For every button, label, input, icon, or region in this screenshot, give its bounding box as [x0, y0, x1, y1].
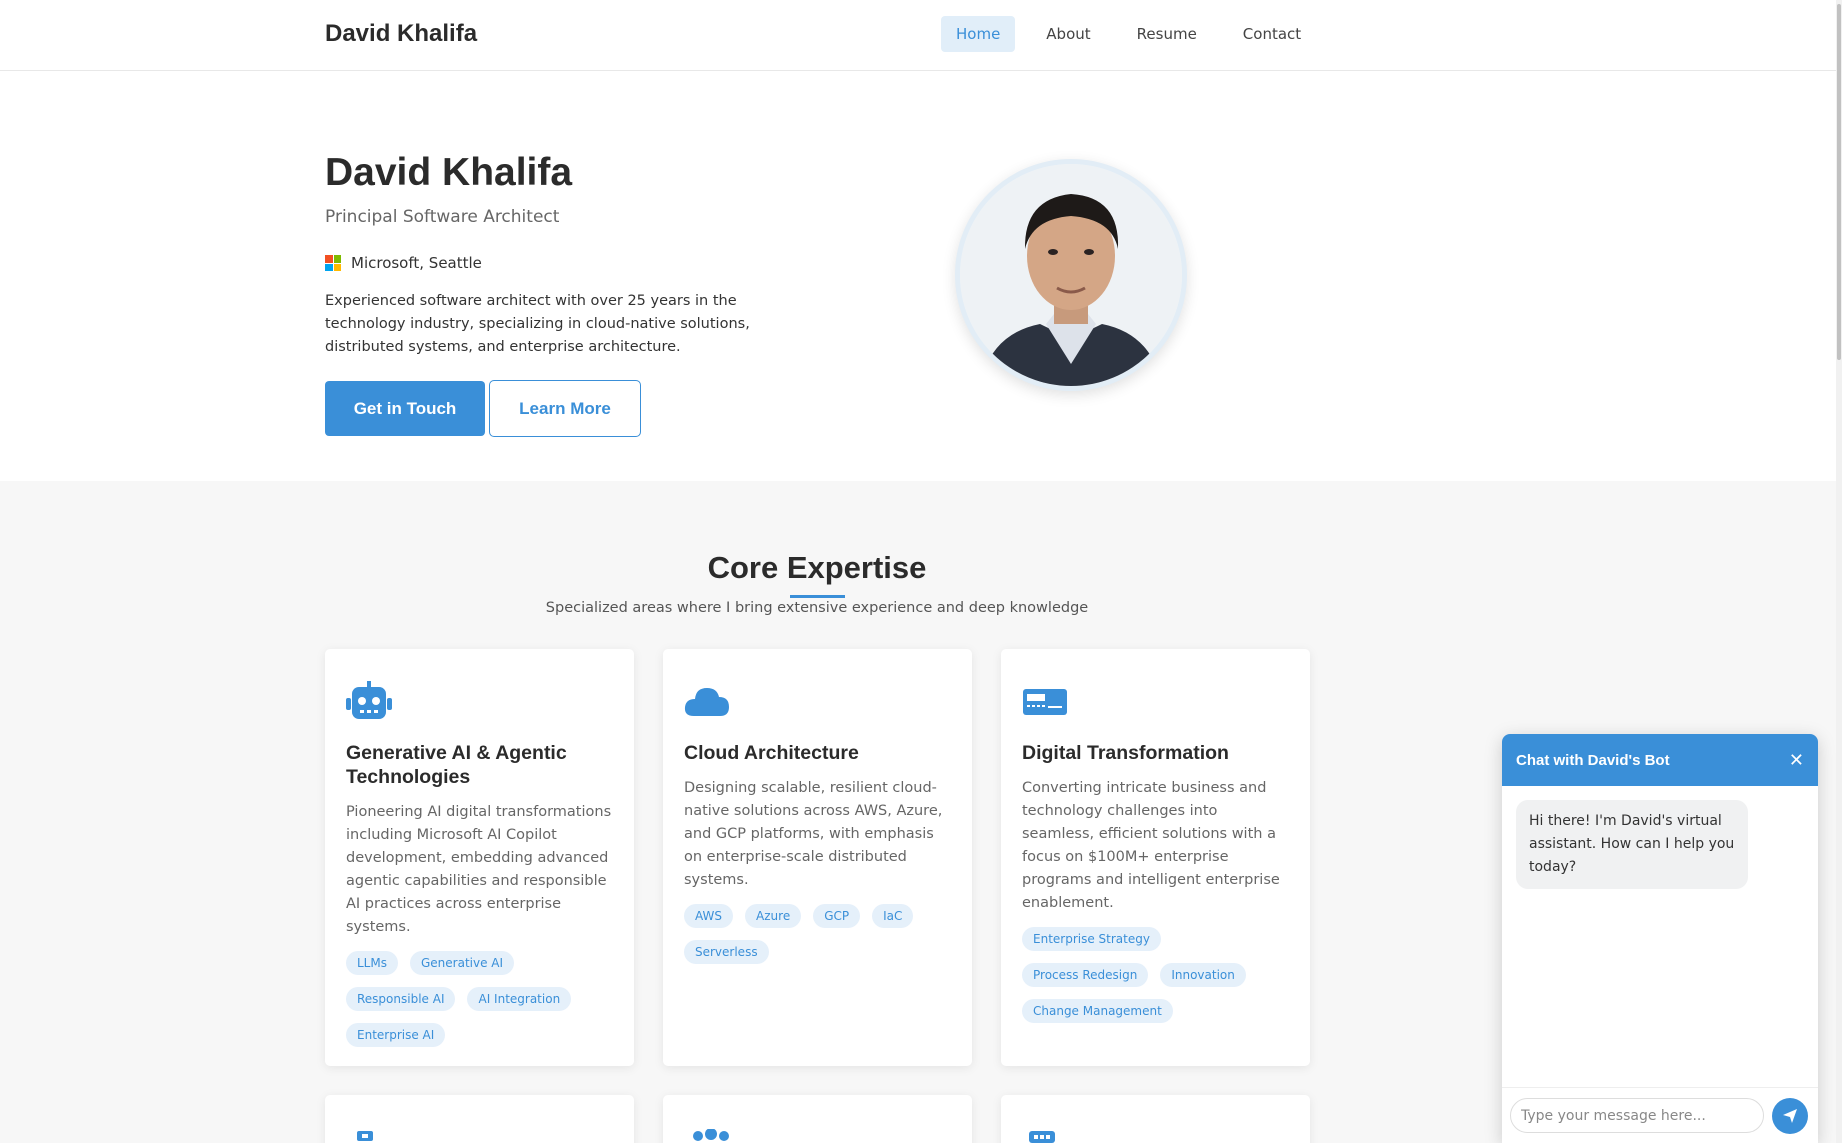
chat-dots-icon [1029, 1128, 1282, 1143]
expertise-card-partial [1001, 1095, 1310, 1143]
tag: AI Integration [467, 987, 572, 1011]
tag-list: LLMs Generative AI Responsible AI AI Int… [346, 951, 613, 1047]
send-icon [1783, 1108, 1797, 1123]
expertise-card-ai: Generative AI & Agentic Technologies Pio… [325, 649, 634, 1066]
card-description: Designing scalable, resilient cloud-nati… [684, 780, 943, 888]
tag: Innovation [1160, 963, 1246, 987]
card-description: Converting intricate business and techno… [1022, 780, 1280, 911]
team-icon [691, 1128, 944, 1143]
network-icon [353, 1128, 606, 1143]
card-title: Generative AI & Agentic Technologies [346, 742, 567, 788]
title-underline [790, 595, 845, 598]
expertise-title: Core Expertise [707, 550, 927, 585]
nav-resume[interactable]: Resume [1122, 16, 1212, 52]
main-nav: Home About Resume Contact [941, 16, 1316, 52]
chat-widget: Chat with David's Bot ✕ Hi there! I'm Da… [1502, 734, 1818, 1143]
tag: Enterprise AI [346, 1023, 446, 1047]
learn-more-button[interactable]: Learn More [489, 380, 641, 437]
card-title: Digital Transformation [1022, 742, 1229, 764]
hero-job-title: Principal Software Architect [325, 207, 560, 227]
expertise-card-cloud: Cloud Architecture Designing scalable, r… [663, 649, 972, 1066]
card-icon [1022, 681, 1068, 721]
tag: Azure [745, 904, 802, 928]
site-header: David Khalifa Home About Resume Contact [0, 0, 1842, 71]
tag: AWS [684, 904, 734, 928]
expertise-card-partial [325, 1095, 634, 1143]
hero-name: David Khalifa [325, 151, 573, 194]
expertise-card-transformation: Digital Transformation Converting intric… [1001, 649, 1310, 1066]
tag: GCP [813, 904, 861, 928]
tag: IaC [872, 904, 914, 928]
hero-section: David Khalifa Principal Software Archite… [0, 71, 1842, 481]
card-title: Cloud Architecture [684, 742, 859, 764]
hero-description: Experienced software architect with over… [325, 293, 750, 355]
get-in-touch-button[interactable]: Get in Touch [325, 381, 485, 436]
chat-header: Chat with David's Bot ✕ [1502, 734, 1818, 786]
cloud-icon [684, 681, 730, 721]
tag: Responsible AI [346, 987, 456, 1011]
expertise-card-partial [663, 1095, 972, 1143]
tag: Enterprise Strategy [1022, 927, 1161, 951]
send-button[interactable] [1772, 1097, 1808, 1134]
tag-list: AWS Azure GCP IaC Serverless [684, 904, 951, 964]
card-description: Pioneering AI digital transformations in… [346, 804, 612, 935]
company-label: Microsoft, Seattle [351, 254, 482, 272]
chat-message-input[interactable] [1510, 1098, 1764, 1133]
brand-logo[interactable]: David Khalifa [325, 20, 477, 48]
tag: LLMs [346, 951, 398, 975]
hero-company: Microsoft, Seattle [325, 254, 482, 272]
nav-home[interactable]: Home [941, 16, 1016, 52]
microsoft-logo-icon [325, 255, 341, 271]
robot-icon [346, 681, 392, 721]
nav-about[interactable]: About [1031, 16, 1105, 52]
profile-photo [955, 159, 1187, 391]
tag: Generative AI [409, 951, 515, 975]
tag-list: Enterprise Strategy Process Redesign Inn… [1022, 927, 1289, 1023]
tag: Serverless [684, 940, 769, 964]
chat-input-row [1502, 1087, 1818, 1143]
expertise-subtitle: Specialized areas where I bring extensiv… [545, 600, 1089, 616]
tag: Change Management [1022, 999, 1173, 1023]
tag: Process Redesign [1022, 963, 1149, 987]
bot-message: Hi there! I'm David's virtual assistant.… [1516, 800, 1748, 889]
scrollbar-thumb[interactable] [1837, 4, 1841, 360]
chat-title: Chat with David's Bot [1516, 751, 1670, 769]
close-icon[interactable]: ✕ [1789, 750, 1804, 771]
nav-contact[interactable]: Contact [1228, 16, 1316, 52]
